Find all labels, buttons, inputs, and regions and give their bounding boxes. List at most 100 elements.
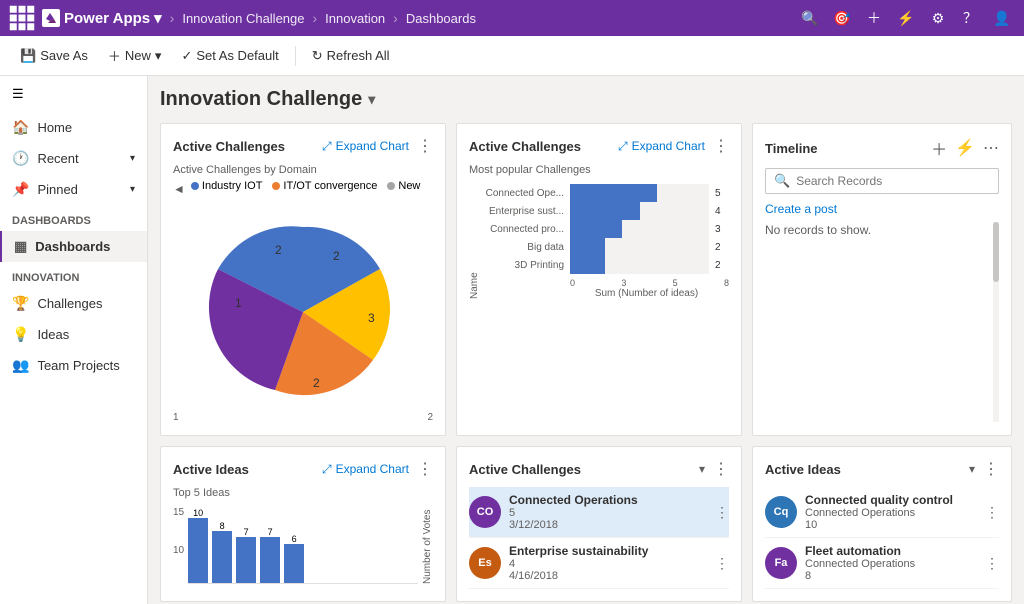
filter-icon[interactable]: ⚡ <box>892 4 920 32</box>
search-records-input[interactable] <box>796 174 990 188</box>
content-area: Innovation Challenge ▾ Active Challenges… <box>148 76 1024 604</box>
challenge-list-item-1[interactable]: Es Enterprise sustainability 4 4/16/2018… <box>469 538 729 589</box>
recent-icon: 🕐 <box>12 150 29 167</box>
waffle-icon[interactable] <box>8 4 36 32</box>
bar-rows: Connected Ope... 5 Enterprise sust... <box>484 184 729 299</box>
timeline-filter-icon[interactable]: ⚡ <box>955 138 975 158</box>
ideas-item-more-icon-1[interactable]: ⋮ <box>985 555 999 572</box>
brand-logo[interactable]: Power Apps ▾ <box>42 9 162 27</box>
ideas-bar-val-2: 7 <box>244 527 249 537</box>
user-icon[interactable]: 👤 <box>988 4 1016 32</box>
ideas-list-item-0[interactable]: Cq Connected quality control Connected O… <box>765 487 999 538</box>
home-icon: 🏠 <box>12 119 29 136</box>
create-post-link[interactable]: Create a post <box>765 202 999 216</box>
breadcrumb-sep3: › <box>393 10 398 26</box>
bar-value-0: 5 <box>715 188 729 199</box>
page-title-chevron-icon[interactable]: ▾ <box>368 91 375 108</box>
legend-label-new: New <box>398 180 420 192</box>
bar-label-2: Connected pro... <box>484 224 564 235</box>
challenges-list-more-icon[interactable]: ⋮ <box>713 459 729 479</box>
challenge-list-item-0[interactable]: CO Connected Operations 5 3/12/2018 ⋮ <box>469 487 729 538</box>
top-nav: Power Apps ▾ › Innovation Challenge › In… <box>0 0 1024 36</box>
pie-more-icon[interactable]: ⋮ <box>417 136 433 156</box>
team-icon: 👥 <box>12 357 29 374</box>
sidebar-item-ideas[interactable]: 💡 Ideas <box>0 319 147 350</box>
target-icon[interactable]: 🎯 <box>828 4 856 32</box>
ideas-bar-col-0: 10 <box>188 508 208 583</box>
plus-icon[interactable]: ＋ <box>860 4 888 32</box>
ideas-list-chevron-icon[interactable]: ▾ <box>969 462 975 476</box>
refresh-all-button[interactable]: ↻ Refresh All <box>304 44 398 68</box>
sidebar-item-home[interactable]: 🏠 Home <box>0 112 147 143</box>
ideas-list-more-icon[interactable]: ⋮ <box>983 459 999 479</box>
challenge-initials-1: Es <box>478 557 491 569</box>
ideas-sub2-1: 8 <box>805 570 977 582</box>
sidebar-item-dashboards[interactable]: ▦ Dashboards <box>0 231 147 262</box>
search-icon[interactable]: 🔍 <box>796 4 824 32</box>
new-button[interactable]: ＋ New ▾ <box>100 42 170 69</box>
breadcrumb-sep2: › <box>313 10 318 26</box>
refresh-icon: ↻ <box>312 48 323 64</box>
challenge-item-more-icon-0[interactable]: ⋮ <box>715 504 729 521</box>
bar-expand-label: Expand Chart <box>632 139 705 153</box>
bar-outer-1 <box>570 202 709 220</box>
bar-expand-button[interactable]: ⤢ Expand Chart <box>618 139 705 154</box>
challenge-item-more-icon-1[interactable]: ⋮ <box>715 555 729 572</box>
challenge-content-1: Enterprise sustainability 4 4/16/2018 <box>509 544 707 582</box>
pie-expand-button[interactable]: ⤢ Expand Chart <box>322 139 409 154</box>
brand-chevron[interactable]: ▾ <box>154 9 162 27</box>
ideas-expand-button[interactable]: ⤢ Expand Chart <box>322 462 409 477</box>
sidebar-toggle[interactable]: ☰ <box>0 76 147 112</box>
sidebar-challenges-label: Challenges <box>37 296 102 311</box>
y-axis-label: Name <box>469 184 480 299</box>
pie-label-2b: 2 <box>313 376 320 390</box>
sidebar-item-recent[interactable]: 🕐 Recent ▾ <box>0 143 147 174</box>
settings-icon[interactable]: ⚙ <box>924 4 952 32</box>
legend-label-itot: IT/OT convergence <box>283 180 377 192</box>
challenges-list-header: Active Challenges ▾ ⋮ <box>469 459 729 479</box>
bar-outer-4 <box>570 256 709 274</box>
help-icon[interactable]: ？ <box>956 4 984 32</box>
timeline-plus-icon[interactable]: ＋ <box>931 136 947 160</box>
pie-back-arrow[interactable]: ◄ <box>173 182 185 196</box>
recent-chevron-icon: ▾ <box>130 153 135 164</box>
breadcrumb-dashboards[interactable]: Dashboards <box>406 11 476 26</box>
ideas-list-title: Active Ideas <box>765 462 841 477</box>
challenge-content-0: Connected Operations 5 3/12/2018 <box>509 493 707 531</box>
ideas-icon: 💡 <box>12 326 29 343</box>
ideas-bar-0 <box>188 518 208 583</box>
bar-label-1: Enterprise sust... <box>484 206 564 217</box>
ideas-list-item-1[interactable]: Fa Fleet automation Connected Operations… <box>765 538 999 589</box>
ideas-more-icon[interactable]: ⋮ <box>417 459 433 479</box>
challenges-list-chevron-icon[interactable]: ▾ <box>699 462 705 476</box>
bar-value-3: 2 <box>715 242 729 253</box>
active-ideas-card: Active Ideas ⤢ Expand Chart ⋮ Top 5 Idea… <box>160 446 446 602</box>
ideas-item-more-icon-0[interactable]: ⋮ <box>985 504 999 521</box>
save-as-button[interactable]: 💾 Save As <box>12 44 96 68</box>
ideas-card-actions: ⤢ Expand Chart ⋮ <box>322 459 433 479</box>
bar-more-icon[interactable]: ⋮ <box>713 136 729 156</box>
bar-x-axis: 0 3 5 8 <box>484 278 729 288</box>
bar-card-title: Active Challenges <box>469 139 581 154</box>
ideas-x-axis-line <box>188 583 418 584</box>
search-records-box[interactable]: 🔍 <box>765 168 999 194</box>
set-default-button[interactable]: ✓ Set As Default <box>173 44 286 68</box>
ideas-y-label: Number of Votes <box>422 503 433 584</box>
sidebar-item-team-projects[interactable]: 👥 Team Projects <box>0 350 147 381</box>
sidebar-item-pinned[interactable]: 📌 Pinned ▾ <box>0 174 147 205</box>
x-tick-0: 0 <box>570 278 575 288</box>
breadcrumb-innovation[interactable]: Innovation <box>325 11 385 26</box>
dashboards-icon: ▦ <box>14 238 27 255</box>
sidebar-item-challenges[interactable]: 🏆 Challenges <box>0 288 147 319</box>
legend-item-industry: Industry IOT <box>191 180 263 192</box>
ideas-bar-col-1: 8 <box>212 521 232 583</box>
ideas-content-0: Connected quality control Connected Oper… <box>805 493 977 531</box>
timeline-scrollbar[interactable] <box>993 222 999 422</box>
toolbar-separator <box>295 46 296 66</box>
legend-dot-industry <box>191 182 199 190</box>
timeline-more-icon[interactable]: ⋯ <box>983 138 999 158</box>
brand-name: Power Apps <box>64 10 150 27</box>
sidebar-recent-label: Recent <box>37 151 78 166</box>
breadcrumb-challenge[interactable]: Innovation Challenge <box>182 11 304 26</box>
top-nav-right: 🔍 🎯 ＋ ⚡ ⚙ ？ 👤 <box>796 4 1016 32</box>
